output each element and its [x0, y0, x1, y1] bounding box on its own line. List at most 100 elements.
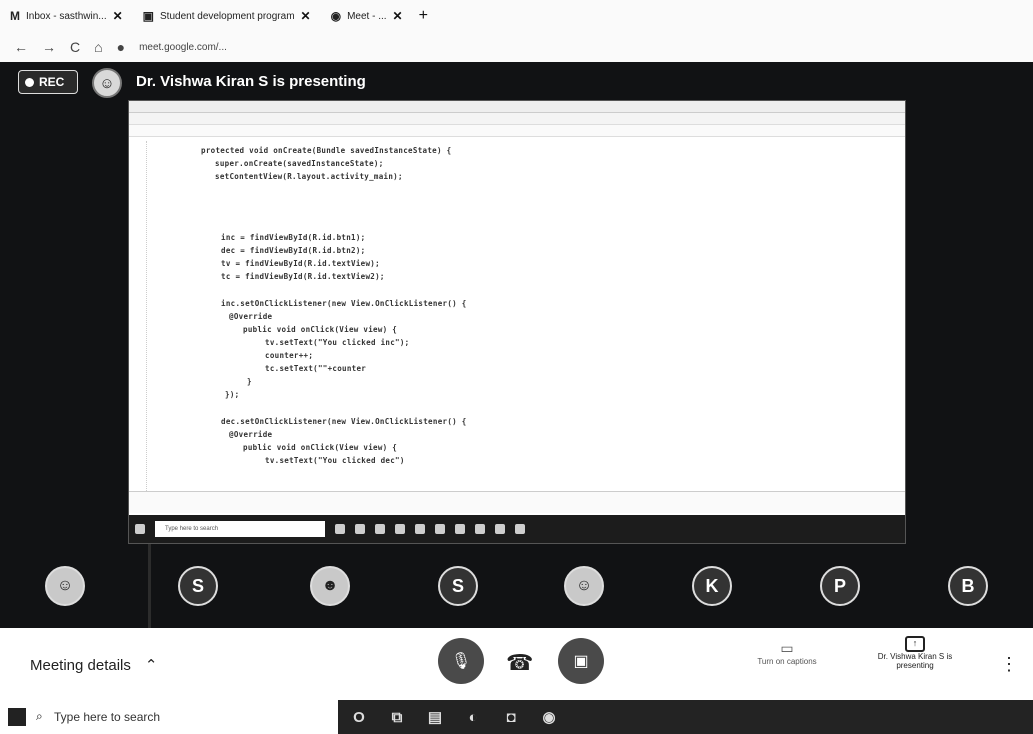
start-icon	[135, 524, 145, 534]
close-tab-icon[interactable]: ✕	[113, 9, 123, 23]
code-line: });	[225, 390, 240, 399]
task-view-icon[interactable]: ⧉	[388, 708, 406, 726]
tab-title: Student development program	[160, 10, 295, 22]
store-icon[interactable]: ◘	[502, 708, 520, 726]
hang-up-button[interactable]: ☎	[506, 650, 533, 676]
code-line: @Override	[229, 312, 273, 321]
code-line: @Override	[229, 430, 273, 439]
camera-off-icon: ▣	[573, 653, 589, 670]
participant-avatar[interactable]: B	[948, 566, 988, 606]
participant-avatar[interactable]: K	[692, 566, 732, 606]
windows-taskbar: ⌕ Type here to search O ⧉ ▤ ◐ ◘ ◉	[0, 700, 1033, 734]
mic-off-button[interactable]: 🎙	[438, 638, 484, 684]
chrome-icon[interactable]: ◉	[540, 708, 558, 726]
code-line: dec = findViewById(R.id.btn2);	[221, 246, 366, 255]
meeting-stage: REC ☺ Dr. Vishwa Kiran S is presenting p…	[0, 62, 1033, 628]
app-icon[interactable]: ▤	[426, 708, 444, 726]
reload-icon[interactable]: C	[70, 39, 80, 55]
ide-menu-bar	[129, 101, 905, 113]
present-button[interactable]: ↑ Dr. Vishwa Kiran S is presenting	[860, 636, 970, 670]
code-line: tv.setText("You clicked dec")	[265, 456, 405, 465]
ide-status-bar	[129, 491, 905, 513]
shared-screen-taskbar: Type here to search	[129, 515, 905, 543]
shared-search-box: Type here to search	[155, 521, 325, 537]
code-line: inc = findViewById(R.id.btn1);	[221, 233, 366, 242]
forward-icon[interactable]: →	[42, 39, 56, 55]
mic-off-icon: 🎙	[450, 653, 472, 670]
code-line: dec.setOnClickListener(new View.OnClickL…	[221, 417, 467, 426]
gmail-icon: M	[10, 9, 20, 23]
browser-tab-strip: M Inbox - sasthwin... ✕ ▣ Student develo…	[0, 0, 1033, 32]
code-line: tv = findViewById(R.id.textView);	[221, 259, 380, 268]
taskbar-apps: O ⧉ ▤ ◐ ◘ ◉	[338, 700, 1033, 734]
presenter-avatar: ☺	[92, 68, 122, 98]
captions-label: Turn on captions	[757, 657, 817, 666]
participant-avatar[interactable]: ☺	[564, 566, 604, 606]
participant-strip: ☺ S ☻ S ☺ K P B	[0, 544, 1033, 628]
code-line: tc = findViewById(R.id.textView2);	[221, 272, 385, 281]
ide-toolbar	[129, 113, 905, 125]
code-line: tc.setText(""+counter	[265, 364, 367, 373]
recording-label: REC	[39, 75, 65, 89]
search-icon: ⌕	[36, 709, 43, 723]
captions-button[interactable]: ▭ Turn on captions	[742, 640, 832, 666]
app-icon	[395, 524, 405, 534]
back-icon[interactable]: ←	[14, 39, 28, 55]
code-line: super.onCreate(savedInstanceState);	[215, 159, 384, 168]
participant-avatar[interactable]: P	[820, 566, 860, 606]
chevron-up-icon: ⌃	[144, 657, 158, 674]
meeting-controls: Meeting details ⌃ 🎙 ☎ ▣ ▭ Turn on captio…	[0, 628, 1033, 700]
recording-dot-icon	[25, 77, 34, 87]
code-line: protected void onCreate(Bundle savedInst…	[201, 146, 452, 155]
taskbar-search-input[interactable]: Type here to search	[54, 710, 160, 724]
address-bar-row: ← → C ⌂ ● meet.google.com/...	[0, 32, 1033, 62]
tab-inbox[interactable]: M Inbox - sasthwin... ✕	[0, 5, 133, 27]
app-icon	[455, 524, 465, 534]
code-line: }	[247, 377, 252, 386]
meeting-details-label: Meeting details	[30, 656, 131, 674]
phone-hangup-icon: ☎	[506, 650, 534, 675]
app-icon	[435, 524, 445, 534]
app-icon	[415, 524, 425, 534]
line-gutter	[129, 141, 147, 491]
recording-badge: REC	[18, 70, 78, 94]
participant-avatar[interactable]: ☺	[45, 566, 85, 606]
new-tab-button[interactable]: +	[419, 7, 428, 25]
code-line: tv.setText("You clicked inc");	[265, 338, 410, 347]
app-icon	[375, 524, 385, 534]
meet-icon: ◉	[330, 9, 342, 23]
app-icon[interactable]: ◐	[464, 708, 482, 726]
tab-student-development[interactable]: ▣ Student development program ✕	[133, 5, 321, 27]
tab-title: Meet - ...	[347, 10, 387, 22]
close-tab-icon[interactable]: ✕	[393, 9, 403, 23]
lock-icon: ●	[116, 39, 126, 55]
app-icon	[475, 524, 485, 534]
participant-avatar[interactable]: S	[438, 566, 478, 606]
participant-avatar[interactable]: ☻	[310, 566, 350, 606]
code-line: inc.setOnClickListener(new View.OnClickL…	[221, 299, 467, 308]
app-icon	[515, 524, 525, 534]
app-icon	[355, 524, 365, 534]
app-icon	[495, 524, 505, 534]
app-icon	[335, 524, 345, 534]
participant-avatar[interactable]: S	[178, 566, 218, 606]
classroom-icon: ▣	[142, 9, 154, 23]
home-icon[interactable]: ⌂	[94, 39, 102, 55]
camera-off-button[interactable]: ▣	[558, 638, 604, 684]
meeting-details-button[interactable]: Meeting details ⌃	[30, 656, 158, 675]
code-line: public void onClick(View view) {	[243, 443, 398, 452]
url-field[interactable]: meet.google.com/...	[139, 42, 227, 53]
code-line: public void onClick(View view) {	[243, 325, 398, 334]
captions-icon: ▭	[780, 640, 794, 656]
present-label: Dr. Vishwa Kiran S is presenting	[877, 652, 953, 670]
tab-meet[interactable]: ◉ Meet - ... ✕	[321, 5, 413, 27]
ide-tab-bar	[129, 125, 905, 137]
presenting-banner: Dr. Vishwa Kiran S is presenting	[136, 73, 366, 90]
close-tab-icon[interactable]: ✕	[301, 9, 311, 23]
code-editor: protected void onCreate(Bundle savedInst…	[129, 141, 899, 491]
tab-title: Inbox - sasthwin...	[26, 10, 107, 22]
shared-screen: protected void onCreate(Bundle savedInst…	[128, 100, 906, 544]
more-options-button[interactable]: ⋮	[1000, 654, 1018, 675]
windows-start-icon[interactable]	[8, 708, 26, 726]
cortana-icon[interactable]: O	[350, 708, 368, 726]
